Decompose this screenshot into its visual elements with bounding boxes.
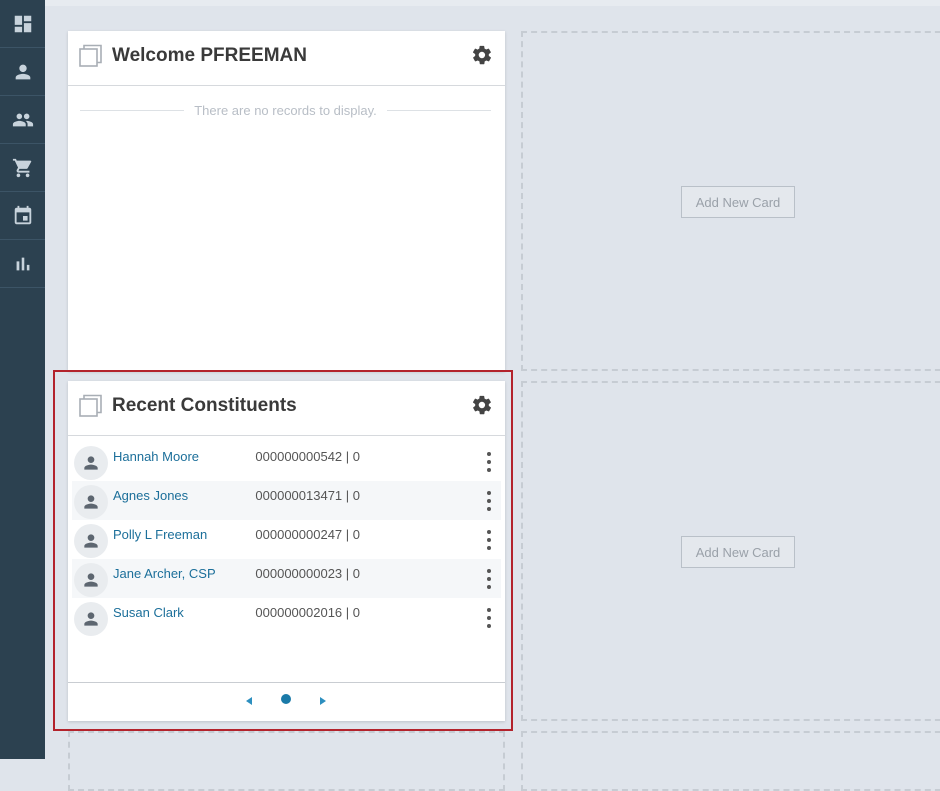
card-dropzone-bottom-left	[68, 731, 505, 791]
bar-chart-icon	[16, 257, 29, 270]
cart-icon	[12, 158, 31, 177]
sidebar-item-commerce[interactable]	[0, 144, 45, 192]
divider	[80, 110, 185, 111]
calendar-icon	[14, 205, 31, 224]
card-stack-icon	[79, 44, 103, 68]
card-dropzone-bottom-right	[521, 731, 940, 791]
sidebar	[0, 0, 45, 759]
empty-records-message: There are no records to display.	[80, 103, 492, 118]
gear-icon[interactable]	[471, 44, 493, 66]
people-icon	[12, 113, 33, 126]
person-icon	[15, 64, 30, 79]
welcome-card-title: Welcome PFREEMAN	[112, 45, 307, 66]
divider	[386, 110, 492, 111]
sidebar-item-reports[interactable]	[0, 240, 45, 288]
top-strip	[45, 0, 940, 6]
add-new-card-button-top[interactable]: Add New Card	[681, 186, 795, 218]
welcome-card-header: Welcome PFREEMAN	[68, 31, 505, 86]
sidebar-item-dashboard[interactable]	[0, 0, 45, 48]
dashboard-icon	[14, 15, 31, 32]
empty-records-text: There are no records to display.	[194, 103, 377, 118]
sidebar-item-groups[interactable]	[0, 96, 45, 144]
sidebar-item-events[interactable]	[0, 192, 45, 240]
selection-highlight	[53, 370, 513, 731]
add-new-card-button-bottom[interactable]: Add New Card	[681, 536, 795, 568]
sidebar-item-constituent[interactable]	[0, 48, 45, 96]
welcome-card: Welcome PFREEMAN There are no records to…	[68, 31, 505, 371]
